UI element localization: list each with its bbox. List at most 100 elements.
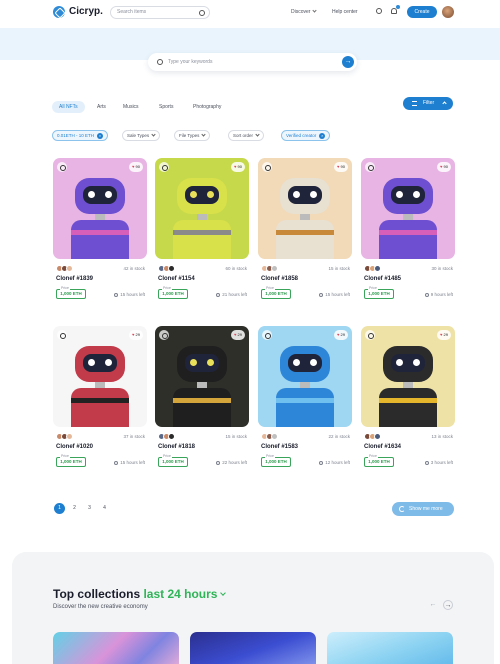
avatar[interactable] xyxy=(271,265,278,272)
nft-image[interactable]: ♥29 xyxy=(155,326,249,427)
clock-icon xyxy=(216,460,221,465)
nft-name[interactable]: Clonef #1858 xyxy=(261,276,298,282)
nft-name[interactable]: Clonef #1485 xyxy=(364,276,401,282)
like-button[interactable]: ♥29 xyxy=(334,330,348,340)
like-button[interactable]: ♥90 xyxy=(437,162,451,172)
tab-musics[interactable]: Musics xyxy=(123,101,139,113)
main-search-input[interactable]: Type your keywords → xyxy=(148,53,357,71)
title-highlight[interactable]: last 24 hours xyxy=(143,587,217,601)
show-more-button[interactable]: Show me more xyxy=(392,502,454,516)
top-collections-subtitle: Discover the new creative economy xyxy=(53,604,148,610)
notification-dot xyxy=(396,5,400,9)
chevron-down-icon[interactable] xyxy=(220,590,227,596)
price-badge: 1,000 ETH xyxy=(364,289,394,299)
like-button[interactable]: ♥29 xyxy=(129,330,143,340)
robot-eye xyxy=(413,191,420,198)
robot-eye xyxy=(396,359,403,366)
time-left-label: 22 hours left xyxy=(222,460,247,465)
avatar[interactable] xyxy=(374,433,381,440)
time-left-label: 3 hours left xyxy=(430,460,453,465)
theme-toggle-icon[interactable] xyxy=(376,8,382,14)
chevron-down-icon xyxy=(201,132,207,137)
avatar[interactable] xyxy=(168,265,175,272)
nft-name[interactable]: Clonef #1020 xyxy=(56,444,93,450)
nft-image[interactable]: ♥90 xyxy=(53,158,147,259)
collection-card[interactable] xyxy=(190,632,316,664)
tab-arts[interactable]: Arts xyxy=(97,101,106,113)
heart-icon: ♥ xyxy=(132,164,135,169)
logo-icon[interactable] xyxy=(53,6,65,18)
tab-photography[interactable]: Photography xyxy=(193,101,221,113)
notification-bell-icon[interactable] xyxy=(391,8,397,14)
ethereum-icon xyxy=(159,330,169,340)
page-3[interactable]: 3 xyxy=(84,503,95,514)
like-button[interactable]: ♥90 xyxy=(334,162,348,172)
like-button[interactable]: ♥90 xyxy=(231,162,245,172)
robot-eye xyxy=(105,191,112,198)
main-search-placeholder: Type your keywords xyxy=(168,59,213,65)
robot-stripe xyxy=(71,398,129,403)
stock-count: 13 in stock xyxy=(431,434,453,439)
nft-name[interactable]: Clonef #1818 xyxy=(158,444,195,450)
nft-image[interactable]: ♥90 xyxy=(258,158,352,259)
tab-sports[interactable]: Sports xyxy=(159,101,173,113)
next-arrow-icon[interactable]: → xyxy=(443,600,453,610)
create-button[interactable]: Create xyxy=(407,6,437,18)
like-button[interactable]: ♥29 xyxy=(231,330,245,340)
like-button[interactable]: ♥90 xyxy=(129,162,143,172)
chip-verified-creator[interactable]: Verified creator × xyxy=(281,130,331,141)
collection-card[interactable] xyxy=(327,632,453,664)
nft-image[interactable]: ♥29 xyxy=(361,326,455,427)
robot-body xyxy=(276,388,334,427)
time-left: 22 hours left xyxy=(216,460,247,465)
robot-stripe xyxy=(379,398,437,403)
nft-name[interactable]: Clonef #1839 xyxy=(56,276,93,282)
chip-price-range[interactable]: 0.01ETH - 10 ETH × xyxy=(52,130,109,141)
robot-stripe xyxy=(71,230,129,235)
page-1[interactable]: 1 xyxy=(54,503,65,514)
nft-image[interactable]: ♥29 xyxy=(258,326,352,427)
avatar[interactable] xyxy=(271,433,278,440)
time-left-label: 15 hours left xyxy=(325,292,350,297)
avatar[interactable] xyxy=(66,265,73,272)
robot-body xyxy=(173,220,231,259)
robot-eye xyxy=(293,191,300,198)
search-submit-button[interactable]: → xyxy=(342,56,354,68)
creator-avatars xyxy=(364,433,386,440)
robot-eye xyxy=(190,191,197,198)
clock-icon xyxy=(114,292,119,297)
chip-sale-types[interactable]: Sale Types xyxy=(122,130,161,141)
like-button[interactable]: ♥29 xyxy=(437,330,451,340)
avatar[interactable] xyxy=(374,265,381,272)
prev-arrow-icon[interactable]: ← xyxy=(428,600,438,610)
collection-card[interactable] xyxy=(53,632,179,664)
creator-avatars xyxy=(158,265,180,272)
nft-name[interactable]: Clonef #1154 xyxy=(158,276,195,282)
page-2[interactable]: 2 xyxy=(69,503,80,514)
chip-sort-order[interactable]: Sort order xyxy=(228,130,265,141)
search-icon[interactable] xyxy=(199,9,205,16)
nft-name[interactable]: Clonef #1634 xyxy=(364,444,401,450)
tab-all-nfts[interactable]: All NFTs xyxy=(52,101,85,113)
close-icon[interactable]: × xyxy=(97,132,104,139)
avatar[interactable] xyxy=(168,433,175,440)
nft-image[interactable]: ♥90 xyxy=(155,158,249,259)
nav-help-center[interactable]: Help center xyxy=(332,9,358,15)
ethereum-icon xyxy=(365,330,375,340)
ethereum-icon xyxy=(262,162,272,172)
nft-name[interactable]: Clonef #1583 xyxy=(261,444,298,450)
price-badge: 1,000 ETH xyxy=(261,457,291,467)
filter-button[interactable]: Filter xyxy=(403,97,453,110)
nav-discover[interactable]: Discover xyxy=(291,8,318,15)
header-search-input[interactable]: Search items xyxy=(110,6,210,19)
logo-text[interactable]: Cicryp. xyxy=(69,6,103,17)
stock-count: 15 in stock xyxy=(328,266,350,271)
nft-image[interactable]: ♥90 xyxy=(361,158,455,259)
ethereum-icon xyxy=(57,162,67,172)
page-4[interactable]: 4 xyxy=(99,503,110,514)
chip-file-types[interactable]: File Types xyxy=(174,130,211,141)
user-avatar[interactable] xyxy=(442,6,454,18)
nft-image[interactable]: ♥29 xyxy=(53,326,147,427)
avatar[interactable] xyxy=(66,433,73,440)
close-icon[interactable]: × xyxy=(319,132,326,139)
